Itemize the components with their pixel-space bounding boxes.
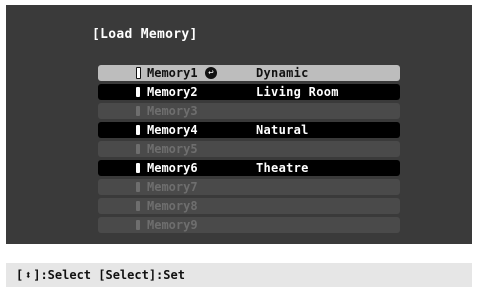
slot-indicator <box>136 220 140 230</box>
memory-row-7[interactable]: Memory7 <box>98 179 400 195</box>
slot-indicator <box>136 201 140 211</box>
memory-list: Memory1 ↩ Dynamic Memory2 Living Room Me… <box>98 65 400 236</box>
memory-name: Memory2 <box>147 85 198 99</box>
menu-screen: [Load Memory] Memory1 ↩ Dynamic Memory2 … <box>6 5 472 244</box>
slot-indicator <box>136 87 140 97</box>
slot-indicator <box>136 182 140 192</box>
memory-mode: Natural <box>256 123 309 137</box>
memory-row-1[interactable]: Memory1 ↩ Dynamic <box>98 65 400 81</box>
bracket-open: [ <box>16 268 24 282</box>
memory-name: Memory3 <box>147 104 198 118</box>
page-title: [Load Memory] <box>92 27 198 42</box>
memory-row-6[interactable]: Memory6 Theatre <box>98 160 400 176</box>
memory-row-8[interactable]: Memory8 <box>98 198 400 214</box>
help-text: [⬍]:Select [Select]:Set <box>16 263 185 287</box>
memory-row-9[interactable]: Memory9 <box>98 217 400 233</box>
memory-name: Memory8 <box>147 199 198 213</box>
slot-indicator <box>136 106 140 116</box>
slot-indicator <box>136 163 140 173</box>
memory-row-3[interactable]: Memory3 <box>98 103 400 119</box>
slot-indicator <box>136 125 140 135</box>
memory-name: Memory9 <box>147 218 198 232</box>
memory-mode: Theatre <box>256 161 309 175</box>
help-instructions: ]:Select [Select]:Set <box>33 268 185 282</box>
memory-mode: Dynamic <box>256 66 309 80</box>
memory-name: Memory6 <box>147 161 198 175</box>
slot-indicator <box>136 67 141 79</box>
memory-name: Memory4 <box>147 123 198 137</box>
up-down-arrow-icon: ⬍ <box>24 268 32 282</box>
enter-icon: ↩ <box>205 67 217 79</box>
help-bar: [⬍]:Select [Select]:Set <box>6 263 472 287</box>
memory-row-2[interactable]: Memory2 Living Room <box>98 84 400 100</box>
memory-mode: Living Room <box>256 85 339 99</box>
memory-name: Memory1 <box>147 66 198 80</box>
slot-indicator <box>136 144 140 154</box>
memory-row-5[interactable]: Memory5 <box>98 141 400 157</box>
memory-name: Memory5 <box>147 142 198 156</box>
memory-name: Memory7 <box>147 180 198 194</box>
memory-row-4[interactable]: Memory4 Natural <box>98 122 400 138</box>
